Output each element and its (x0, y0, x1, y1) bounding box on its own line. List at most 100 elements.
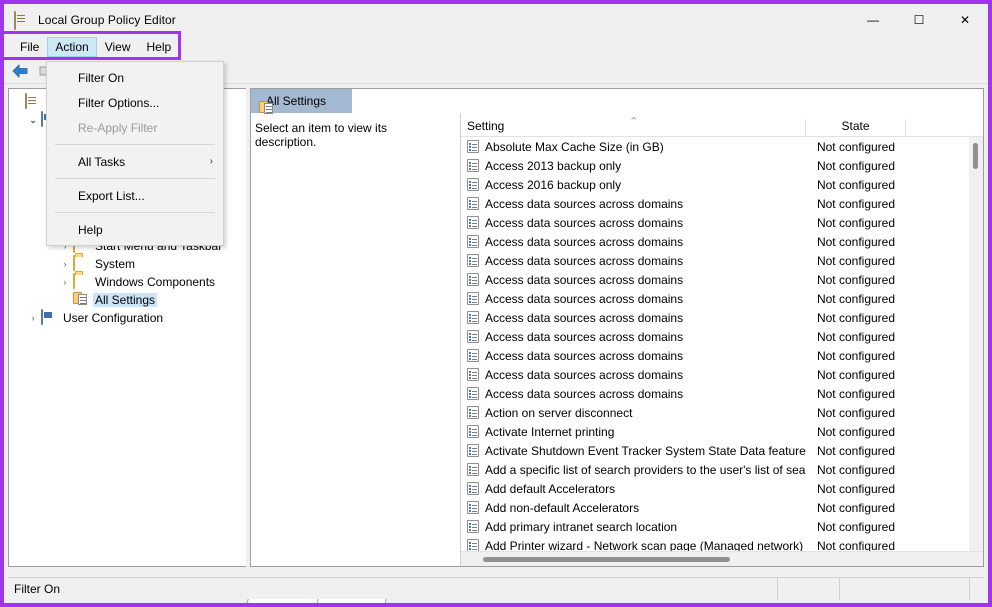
setting-name-cell: Access 2016 backup only (461, 178, 806, 192)
setting-state-cell: Not configured (816, 158, 896, 173)
setting-name-cell: Add default Accelerators (461, 482, 806, 496)
vertical-scrollbar-thumb[interactable] (973, 143, 978, 169)
tree-item-label: System (95, 257, 136, 271)
settings-rows: Absolute Max Cache Size (in GB) Not confi… (461, 137, 983, 551)
table-row[interactable]: Access data sources across domains Not co… (461, 251, 983, 270)
policy-setting-icon (467, 425, 479, 438)
setting-name-cell: Activate Internet printing (461, 425, 806, 439)
menu-item-label: Export List... (78, 188, 145, 203)
action-dropdown-menu: Filter On Filter Options... Re-Apply Filte… (46, 61, 224, 246)
setting-state-cell: Not configured (816, 424, 896, 439)
pane-header: All Settings (251, 89, 983, 114)
description-pane: Select an item to view its description. (251, 113, 461, 566)
setting-name-cell: Add a specific list of search providers … (461, 463, 806, 477)
table-row[interactable]: Activate Shutdown Event Tracker System S… (461, 441, 983, 460)
setting-name-label: Access 2013 backup only (485, 158, 622, 173)
close-button[interactable]: ✕ (942, 4, 988, 36)
menu-help[interactable]: Help (139, 37, 180, 57)
setting-name-cell: Access data sources across domains (461, 311, 806, 325)
minimize-button[interactable]: — (850, 4, 896, 36)
status-segment-4 (970, 578, 984, 600)
menu-action[interactable]: Action (47, 37, 97, 57)
chevron-right-icon[interactable]: › (25, 313, 41, 323)
local-group-policy-editor-window: Local Group Policy Editor — ☐ ✕ File Act… (0, 0, 992, 607)
table-row[interactable]: Add default Accelerators Not configured (461, 479, 983, 498)
tree-item[interactable]: › System (9, 255, 246, 273)
setting-name-label: Access 2016 backup only (485, 177, 622, 192)
table-row[interactable]: Add a specific list of search providers … (461, 460, 983, 479)
vertical-scrollbar[interactable] (969, 137, 983, 566)
table-row[interactable]: Access data sources across domains Not co… (461, 365, 983, 384)
table-row[interactable]: Access data sources across domains Not co… (461, 384, 983, 403)
table-row[interactable]: Absolute Max Cache Size (in GB) Not confi… (461, 137, 983, 156)
table-row[interactable]: Add non-default Accelerators Not configur… (461, 498, 983, 517)
window-title: Local Group Policy Editor (38, 13, 176, 27)
table-row[interactable]: Access data sources across domains Not co… (461, 213, 983, 232)
policy-setting-icon (467, 292, 479, 305)
pane-body: Select an item to view its description. … (251, 113, 983, 566)
setting-state-cell: Not configured (816, 405, 896, 420)
menu-item-all-tasks[interactable]: All Tasks › (47, 149, 223, 174)
table-row[interactable]: Access data sources across domains Not co… (461, 232, 983, 251)
setting-name-cell: Access data sources across domains (461, 216, 806, 230)
table-row[interactable]: Action on server disconnect Not configure… (461, 403, 983, 422)
column-header-setting[interactable]: Setting ⌃ (461, 116, 806, 136)
maximize-button[interactable]: ☐ (896, 4, 942, 36)
setting-name-cell: Add non-default Accelerators (461, 501, 806, 515)
column-header-state[interactable]: State (806, 119, 906, 136)
settings-list-pane: Setting ⌃ State Absolute Max Cache Size … (461, 113, 983, 566)
menu-item-filter-options[interactable]: Filter Options... (47, 90, 223, 115)
table-row[interactable]: Access data sources across domains Not co… (461, 270, 983, 289)
policy-setting-icon (467, 501, 479, 514)
setting-name-label: Action on server disconnect (485, 405, 633, 420)
setting-name-label: Add default Accelerators (485, 481, 616, 496)
menu-item-export-list[interactable]: Export List... (47, 183, 223, 208)
table-row[interactable]: Access data sources across domains Not co… (461, 327, 983, 346)
setting-name-cell: Access data sources across domains (461, 368, 806, 382)
setting-state-cell: Not configured (816, 348, 896, 363)
setting-name-cell: Access data sources across domains (461, 292, 806, 306)
chevron-right-icon[interactable]: › (57, 277, 73, 287)
setting-state-cell: Not configured (816, 253, 896, 268)
setting-name-cell: Access data sources across domains (461, 235, 806, 249)
setting-state-cell: Not configured (816, 481, 896, 496)
table-row[interactable]: Access 2016 backup only Not configured (461, 175, 983, 194)
policy-setting-icon (467, 539, 479, 551)
back-arrow-icon[interactable] (8, 60, 32, 82)
menu-view[interactable]: View (97, 37, 139, 57)
policy-setting-icon (467, 444, 479, 457)
tree-item[interactable]: › User Configuration (9, 309, 246, 327)
setting-name-label: Access data sources across domains (485, 310, 684, 325)
tree-item-label: Windows Components (95, 275, 216, 289)
computer-policy-icon (41, 309, 57, 326)
menu-item-help[interactable]: Help (47, 217, 223, 242)
table-row[interactable]: Access 2013 backup only Not configured (461, 156, 983, 175)
horizontal-scrollbar[interactable] (461, 551, 983, 566)
table-row[interactable]: Add Printer wizard - Network scan page (… (461, 536, 983, 551)
table-row[interactable]: Access data sources across domains Not co… (461, 346, 983, 365)
setting-state-cell: Not configured (816, 386, 896, 401)
settings-icon (73, 292, 89, 308)
chevron-down-icon[interactable]: ⌄ (25, 115, 41, 126)
tree-item[interactable]: All Settings (9, 291, 246, 309)
table-row[interactable]: Access data sources across domains Not co… (461, 308, 983, 327)
tree-item[interactable]: › Windows Components (9, 273, 246, 291)
horizontal-scrollbar-thumb[interactable] (483, 557, 730, 562)
policy-setting-icon (467, 197, 479, 210)
chevron-right-icon[interactable]: › (57, 259, 73, 269)
policy-setting-icon (467, 216, 479, 229)
menu-item-label: Filter Options... (78, 95, 160, 110)
menu-file[interactable]: File (12, 37, 47, 57)
setting-name-cell: Access data sources across domains (461, 330, 806, 344)
setting-name-cell: Access data sources across domains (461, 387, 806, 401)
tree-item-label: User Configuration (63, 311, 164, 325)
table-row[interactable]: Add primary intranet search location Not … (461, 517, 983, 536)
policy-setting-icon (467, 330, 479, 343)
table-row[interactable]: Access data sources across domains Not co… (461, 194, 983, 213)
setting-name-label: Access data sources across domains (485, 291, 684, 306)
menu-item-filter-on[interactable]: Filter On (47, 65, 223, 90)
table-row[interactable]: Activate Internet printing Not configured (461, 422, 983, 441)
table-row[interactable]: Access data sources across domains Not co… (461, 289, 983, 308)
folder-icon (73, 255, 89, 272)
setting-name-label: Activate Internet printing (485, 424, 615, 439)
